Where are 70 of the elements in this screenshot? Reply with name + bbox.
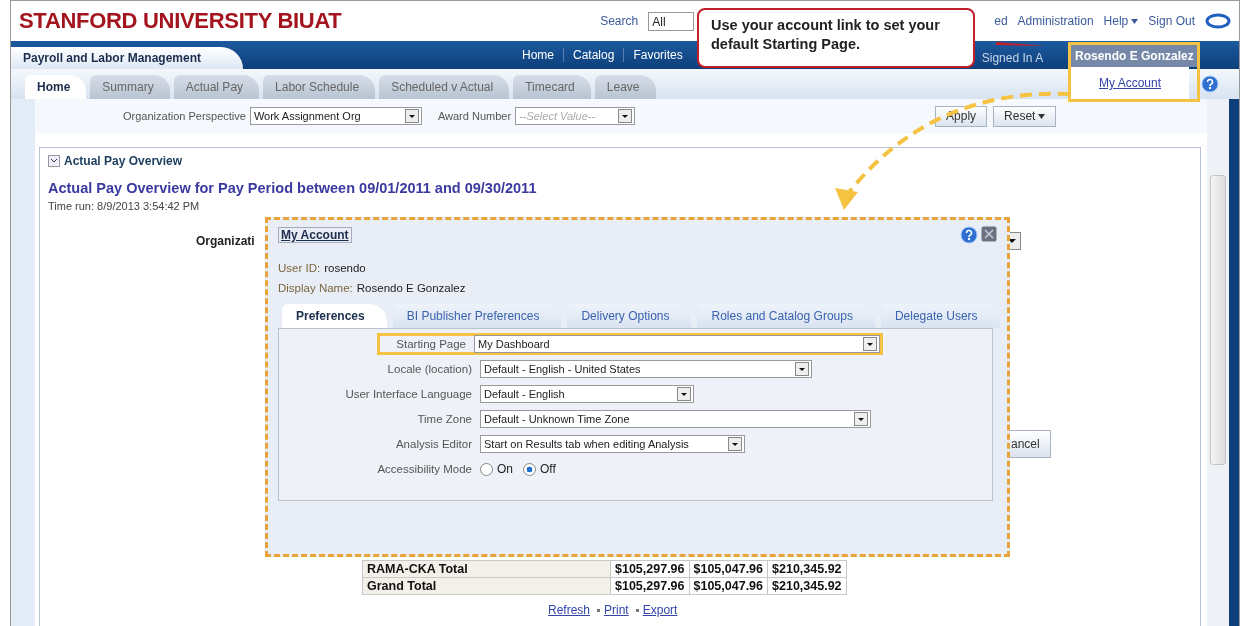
dropdown-field[interactable]: Default - English (480, 385, 694, 403)
report-title: Actual Pay Overview for Pay Period between 09/01/2011 and 09/30/2011 (48, 180, 538, 196)
caret-icon (1038, 113, 1046, 119)
radio-button[interactable] (523, 462, 536, 476)
table-cell: $105,297.96 (610, 560, 689, 578)
nav-link[interactable]: Catalog (563, 48, 624, 62)
header-link[interactable]: ed (994, 14, 1008, 28)
tab[interactable]: Timecard (513, 75, 591, 99)
table-cell: RAMA-CKA Total (362, 560, 611, 578)
caret-icon (1131, 18, 1139, 24)
help-icon[interactable] (1201, 75, 1219, 93)
help-icon[interactable] (960, 226, 978, 244)
setting-label: User Interface Language (345, 388, 472, 400)
dropdown-field[interactable]: Work Assignment Org (249, 107, 422, 125)
dropdown-field[interactable]: Start on Results tab when editing Analysis (480, 435, 745, 453)
app-title-tab[interactable]: Payroll and Labor Management (11, 47, 243, 69)
scrollbar[interactable] (1207, 99, 1229, 626)
field-label: User ID: (278, 262, 321, 274)
dialog-title: My Account (278, 227, 352, 243)
callout-note: Use your account link to set your default Starting Page. (697, 8, 975, 68)
tab[interactable]: Summary (90, 75, 170, 99)
setting-label: Starting Page (396, 338, 466, 350)
toolbar-button[interactable]: Reset (993, 105, 1057, 127)
field-value: Rosendo E Gonzalez (356, 282, 466, 294)
field-label: Display Name: (278, 282, 353, 294)
tab[interactable]: Home (25, 75, 87, 99)
dialog-tab[interactable]: Preferences (282, 304, 387, 328)
time-run-text: Time run: 8/9/2013 3:54:42 PM (48, 200, 201, 212)
dropdown-field[interactable]: Default - English - United States (480, 360, 812, 378)
signed-in-label: Signed In A (981, 51, 1044, 67)
dropdown-field[interactable]: Default - Unknown Time Zone (480, 410, 871, 428)
table-cell: $210,345.92 (767, 560, 847, 578)
dialog-tab[interactable]: Delivery Options (567, 304, 692, 328)
search-label[interactable]: Search (600, 14, 639, 28)
tab[interactable]: Labor Schedule (263, 75, 376, 99)
setting-label: Locale (location) (387, 363, 472, 375)
tab[interactable]: Actual Pay (173, 75, 260, 99)
brand-title: STANFORD UNIVERSITY BIUAT (19, 8, 342, 34)
logo-icon (1205, 13, 1231, 29)
section-title: Actual Pay Overview (64, 154, 183, 168)
setting-label: Analysis Editor (395, 438, 472, 450)
nav-link[interactable]: Home (513, 48, 563, 62)
field-value: rosendo (324, 262, 366, 274)
radio-label: On (497, 462, 513, 476)
report-link[interactable]: Print (604, 603, 629, 617)
field-label: Award Number (437, 110, 512, 122)
collapse-toggle-icon[interactable] (48, 155, 60, 167)
setting-label: Accessibility Mode (377, 463, 472, 475)
tab[interactable]: Scheduled v Actual (379, 75, 510, 99)
table-cell: $105,047.96 (689, 560, 768, 578)
user-menu[interactable]: Rosendo E Gonzalez (1071, 45, 1197, 67)
dialog-tab[interactable]: Roles and Catalog Groups (697, 304, 875, 328)
header-link[interactable]: Administration (1017, 14, 1094, 28)
search-scope-field[interactable]: All (648, 11, 695, 31)
header-link[interactable]: Sign Out (1148, 14, 1195, 28)
menu-link[interactable]: My Account (1099, 76, 1161, 90)
tab[interactable]: Leave (594, 75, 656, 99)
prompt-label: Organizati (196, 234, 255, 248)
close-icon[interactable] (981, 226, 997, 242)
nav-link[interactable]: Favorites (623, 48, 692, 62)
field-label: Organization Perspective (123, 110, 246, 122)
dialog-tab[interactable]: Delegate Users (880, 304, 1000, 328)
report-link[interactable]: Refresh (548, 603, 591, 617)
radio-button[interactable] (480, 462, 493, 476)
setting-label: Time Zone (417, 413, 472, 425)
report-link[interactable]: Export (642, 603, 678, 617)
dialog-tab[interactable]: BI Publisher Preferences (392, 304, 562, 328)
header-link[interactable]: Help (1103, 14, 1139, 28)
dropdown-field[interactable]: My Dashboard (474, 335, 880, 353)
radio-label: Off (540, 462, 556, 476)
